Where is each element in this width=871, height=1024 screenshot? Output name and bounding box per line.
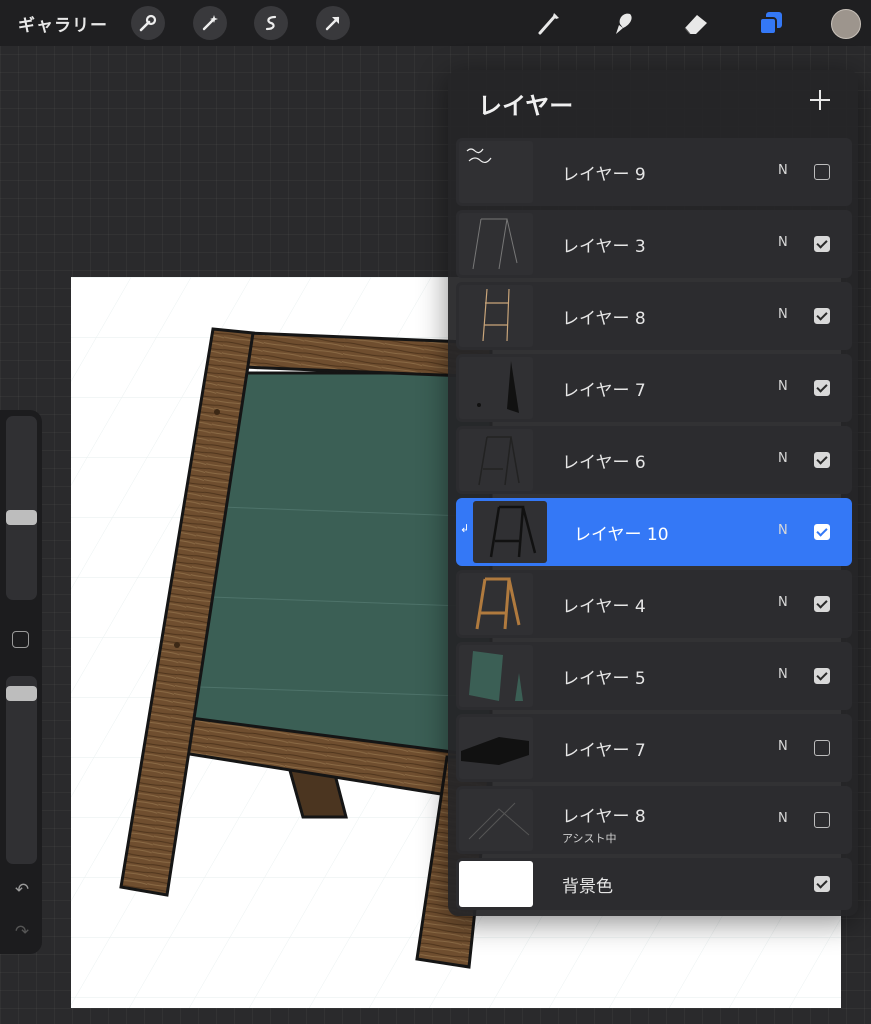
layer-thumbnail [459,285,533,347]
eraser-icon[interactable] [681,8,711,38]
opacity-thumb[interactable] [6,686,37,701]
layer-visibility-checkbox[interactable] [814,668,830,684]
transform-arrow-icon[interactable] [316,6,350,40]
layer-thumbnail [459,429,533,491]
layer-name: レイヤー 8 [562,309,646,329]
layer-name: レイヤー 3 [562,237,646,257]
layer-thumbnail [459,357,533,419]
left-sidebar: ↶ ↷ [0,410,42,954]
layer-row[interactable]: レイヤー 8 アシスト中 N [456,786,852,854]
blend-mode[interactable]: N [778,163,788,178]
layer-row[interactable]: レイヤー 7 N [456,714,852,782]
background-color-swatch[interactable] [459,861,533,907]
layer-row[interactable]: レイヤー 7 N [456,354,852,422]
blend-mode[interactable]: N [778,811,788,826]
layer-name: レイヤー 7 [562,741,646,761]
selection-icon[interactable] [254,6,288,40]
layer-visibility-checkbox[interactable] [814,452,830,468]
layer-row-selected[interactable]: ↲ レイヤー 10 N [456,498,852,566]
layer-row[interactable]: レイヤー 8 N [456,282,852,350]
brush-size-thumb[interactable] [6,510,37,525]
undo-icon[interactable]: ↶ [12,880,32,900]
layer-thumbnail [459,213,533,275]
layer-visibility-checkbox[interactable] [814,596,830,612]
gallery-button[interactable]: ギャラリー [18,11,108,36]
magic-wand-icon[interactable] [193,6,227,40]
layer-visibility-checkbox[interactable] [814,740,830,756]
blend-mode[interactable]: N [778,523,788,538]
opacity-slider[interactable] [6,676,37,864]
layer-name: レイヤー 5 [562,669,646,689]
layer-thumbnail [459,573,533,635]
brush-size-slider[interactable] [6,416,37,600]
layer-name: レイヤー 6 [562,453,646,473]
add-layer-icon[interactable] [808,88,832,112]
wrench-icon[interactable] [131,6,165,40]
layer-thumbnail [473,501,547,563]
layer-thumbnail [459,717,533,779]
layer-visibility-checkbox[interactable] [814,164,830,180]
layer-row[interactable]: レイヤー 5 N [456,642,852,710]
modify-button[interactable] [12,631,29,648]
smudge-icon[interactable] [608,8,638,38]
layer-visibility-checkbox[interactable] [814,308,830,324]
layer-thumbnail [459,645,533,707]
blend-mode[interactable]: N [778,379,788,394]
background-visibility-checkbox[interactable] [814,876,830,892]
layer-name: 背景色 [562,877,613,897]
layer-visibility-checkbox[interactable] [814,812,830,828]
layer-name: レイヤー 8 [562,807,646,827]
layer-name: レイヤー 10 [574,525,669,545]
layer-visibility-checkbox[interactable] [814,524,830,540]
top-toolbar: ギャラリー [0,0,871,46]
panel-title: レイヤー [478,92,574,120]
layer-thumbnail [459,141,533,203]
layer-visibility-checkbox[interactable] [814,236,830,252]
layer-name: レイヤー 4 [562,597,646,617]
layer-name: レイヤー 7 [562,381,646,401]
brush-icon[interactable] [534,8,564,38]
blend-mode[interactable]: N [778,451,788,466]
blend-mode[interactable]: N [778,739,788,754]
layer-row[interactable]: レイヤー 3 N [456,210,852,278]
clipping-mask-icon: ↲ [460,522,470,535]
blend-mode[interactable]: N [778,235,788,250]
layer-thumbnail [459,789,533,851]
blend-mode[interactable]: N [778,307,788,322]
layer-name: レイヤー 9 [562,165,646,185]
blend-mode[interactable]: N [778,667,788,682]
assist-label: アシスト中 [562,832,617,845]
blend-mode[interactable]: N [778,595,788,610]
background-color-layer[interactable]: 背景色 [456,858,852,910]
layer-row[interactable]: レイヤー 9 N [456,138,852,206]
redo-icon[interactable]: ↷ [12,922,32,942]
layers-icon[interactable] [756,8,786,38]
layer-visibility-checkbox[interactable] [814,380,830,396]
layer-row[interactable]: レイヤー 4 N [456,570,852,638]
layer-row[interactable]: レイヤー 6 N [456,426,852,494]
color-swatch[interactable] [831,9,861,39]
layers-panel: レイヤー レイヤー 9 N レイヤー 3 N レイヤー 8 N レイヤー 7 N [448,70,858,916]
